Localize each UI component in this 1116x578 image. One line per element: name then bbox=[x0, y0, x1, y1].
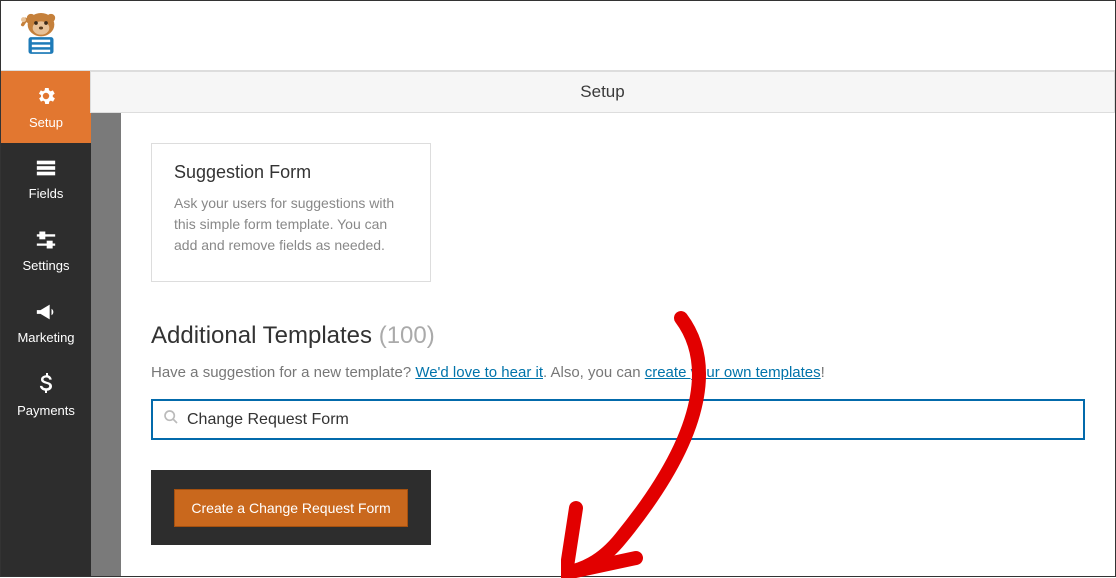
search-icon bbox=[163, 409, 187, 430]
bullhorn-icon bbox=[35, 302, 57, 330]
create-template-button[interactable]: Create a Change Request Form bbox=[174, 489, 407, 527]
sidebar-label: Setup bbox=[29, 115, 63, 130]
template-suggestion-prompt: Have a suggestion for a new template? We… bbox=[151, 364, 1085, 381]
template-card-description: Ask your users for suggestions with this… bbox=[174, 193, 408, 256]
sidebar-label: Fields bbox=[29, 186, 64, 201]
sidebar-label: Settings bbox=[23, 258, 70, 273]
sidebar-label: Payments bbox=[17, 403, 75, 418]
mascot-logo bbox=[16, 8, 66, 63]
hear-it-link[interactable]: We'd love to hear it bbox=[415, 364, 543, 381]
sidebar-item-setup[interactable]: Setup bbox=[1, 71, 91, 143]
template-search-input[interactable] bbox=[187, 411, 1073, 429]
additional-templates-heading: Additional Templates (100) bbox=[151, 322, 1085, 350]
template-card-title: Suggestion Form bbox=[174, 162, 408, 183]
sidebar-label: Marketing bbox=[17, 330, 74, 345]
gear-icon bbox=[35, 85, 57, 115]
sliders-icon bbox=[35, 230, 57, 258]
template-result-panel[interactable]: Create a Change Request Form bbox=[151, 470, 431, 545]
template-card-suggestion-form[interactable]: Suggestion Form Ask your users for sugge… bbox=[151, 143, 431, 282]
create-own-templates-link[interactable]: create your own templates bbox=[645, 364, 821, 381]
sidebar-item-payments[interactable]: Payments bbox=[1, 359, 91, 431]
dollar-icon bbox=[39, 373, 53, 403]
sidebar: Setup Fields Settings Marketing Payments bbox=[1, 71, 91, 576]
template-search-box[interactable] bbox=[151, 399, 1085, 440]
list-icon bbox=[35, 158, 57, 186]
template-count: (100) bbox=[379, 322, 435, 349]
sidebar-item-settings[interactable]: Settings bbox=[1, 215, 91, 287]
page-title: Setup bbox=[90, 71, 1115, 113]
top-bar bbox=[1, 1, 1115, 71]
content-area: Setup Suggestion Form Ask your users for… bbox=[91, 71, 1115, 576]
sidebar-item-marketing[interactable]: Marketing bbox=[1, 287, 91, 359]
sidebar-item-fields[interactable]: Fields bbox=[1, 143, 91, 215]
